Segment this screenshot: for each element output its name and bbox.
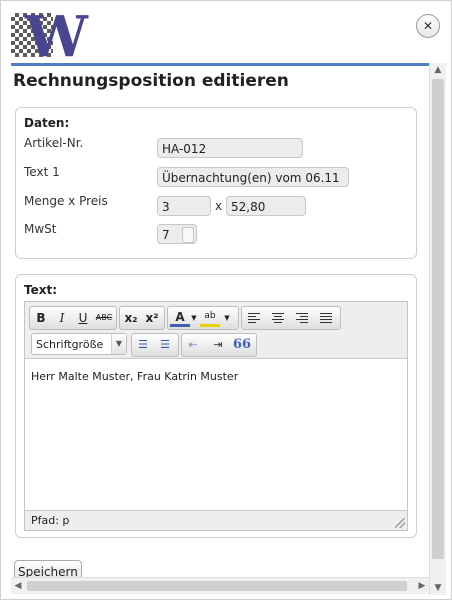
text1-input[interactable]: Übernachtung(en) vom 06.11 — [157, 167, 349, 187]
font-color-button[interactable]: A — [170, 308, 190, 327]
element-path: Pfad: p — [31, 514, 70, 527]
color-group: A ▼ ab ▼ — [167, 306, 239, 330]
align-right-icon[interactable] — [292, 308, 312, 328]
menge-preis-label: Menge x Preis — [24, 194, 108, 208]
underline-button[interactable]: U — [73, 308, 93, 328]
vertical-scrollbar[interactable]: ▲ ▼ — [429, 63, 446, 595]
data-fieldset: Daten: Artikel-Nr. HA-012 Text 1 Übernac… — [15, 107, 417, 259]
logo-letter: W — [25, 4, 88, 70]
mwst-spinner[interactable] — [182, 227, 194, 243]
text-legend: Text: — [24, 283, 58, 297]
strikethrough-button[interactable]: ABC — [94, 308, 114, 328]
resize-grip-icon[interactable] — [395, 518, 405, 528]
editor-toolbar: B I U ABC x₂ x² A ▼ ab ▼ Schriftgröße ▼ … — [25, 302, 407, 359]
close-icon[interactable]: ✕ — [416, 14, 440, 38]
times-symbol: x — [215, 199, 223, 213]
font-size-label: Schriftgröße — [36, 338, 104, 351]
scroll-down-icon[interactable]: ▼ — [430, 581, 446, 595]
text-fieldset: Text: B I U ABC x₂ x² A ▼ ab ▼ Schriftgr… — [15, 274, 417, 538]
align-left-icon[interactable] — [244, 308, 264, 328]
format-group: B I U ABC — [29, 306, 117, 330]
mwst-label: MwSt — [24, 222, 57, 236]
indent-icon[interactable]: ⇥ — [208, 335, 228, 355]
list-group: ☰ ☰ — [131, 333, 179, 357]
text1-label: Text 1 — [24, 165, 60, 179]
superscript-button[interactable]: x² — [142, 308, 162, 328]
editor-statusbar: Pfad: p — [25, 510, 407, 530]
scroll-up-icon[interactable]: ▲ — [430, 63, 446, 77]
subscript-button[interactable]: x₂ — [121, 308, 141, 328]
outdent-icon[interactable]: ⇤ — [183, 335, 203, 355]
indent-group: ⇤ ⇥ 66 — [181, 333, 257, 357]
horizontal-scroll-thumb[interactable] — [27, 581, 407, 591]
highlight-dropdown-icon[interactable]: ▼ — [222, 308, 232, 328]
italic-button[interactable]: I — [52, 308, 72, 328]
menge-input[interactable]: 3 — [157, 196, 211, 216]
align-center-icon[interactable] — [268, 308, 288, 328]
blockquote-icon[interactable]: 66 — [232, 335, 252, 355]
font-size-select[interactable]: Schriftgröße ▼ — [31, 333, 127, 355]
horizontal-scrollbar[interactable]: ◀ ▶ — [11, 577, 429, 594]
script-group: x₂ x² — [119, 306, 165, 330]
scroll-right-icon[interactable]: ▶ — [415, 578, 429, 594]
mwst-select[interactable]: 7 — [157, 224, 197, 244]
rich-text-editor: B I U ABC x₂ x² A ▼ ab ▼ Schriftgröße ▼ … — [24, 301, 408, 531]
artikel-label: Artikel-Nr. — [24, 136, 84, 150]
font-color-dropdown-icon[interactable]: ▼ — [190, 308, 198, 328]
vertical-scroll-thumb[interactable] — [432, 79, 444, 559]
artikel-input[interactable]: HA-012 — [157, 138, 303, 158]
data-legend: Daten: — [24, 116, 70, 130]
align-group — [241, 306, 341, 330]
scroll-left-icon[interactable]: ◀ — [11, 578, 25, 594]
mwst-value: 7 — [162, 228, 170, 242]
preis-input[interactable]: 52,80 — [226, 196, 306, 216]
logo: W — [11, 4, 99, 70]
header-divider — [11, 63, 429, 66]
chevron-down-icon[interactable]: ▼ — [111, 334, 126, 354]
editor-content[interactable]: Herr Malte Muster, Frau Katrin Muster — [31, 370, 238, 383]
page-title: Rechnungsposition editieren — [13, 71, 289, 91]
highlight-button[interactable]: ab — [200, 308, 220, 327]
bullet-list-icon[interactable]: ☰ — [133, 335, 153, 355]
dialog-window: W ✕ Rechnungsposition editieren Daten: A… — [0, 0, 452, 600]
bold-button[interactable]: B — [31, 308, 51, 328]
align-justify-icon[interactable] — [316, 308, 336, 328]
numbered-list-icon[interactable]: ☰ — [155, 335, 175, 355]
